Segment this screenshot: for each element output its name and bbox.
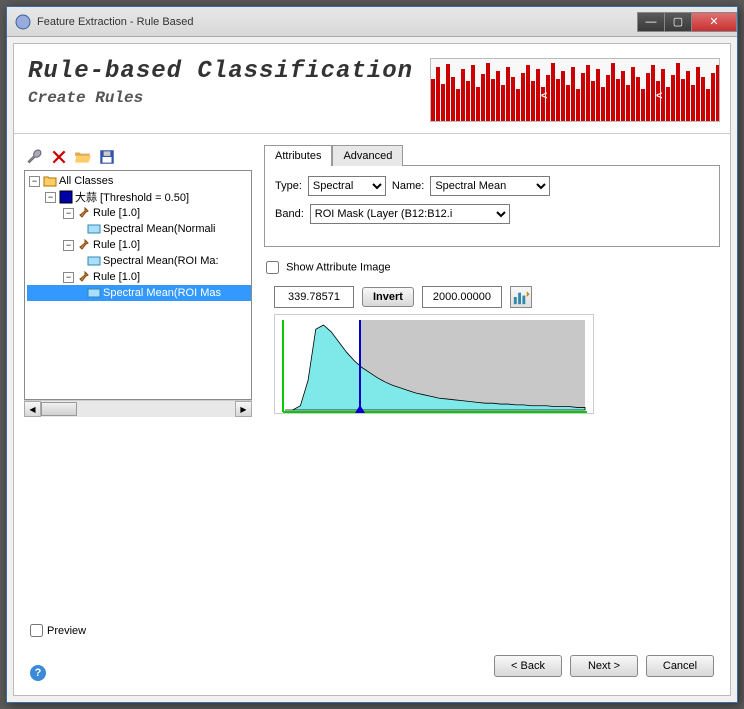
window-title: Feature Extraction - Rule Based xyxy=(37,16,638,28)
wrench-icon[interactable] xyxy=(26,148,44,166)
maximize-button[interactable]: ▢ xyxy=(664,12,692,32)
show-attribute-label: Show Attribute Image xyxy=(286,261,391,273)
delete-icon[interactable] xyxy=(50,148,68,166)
page-title: Rule-based Classification xyxy=(28,58,430,85)
tab-advanced[interactable]: Advanced xyxy=(332,145,403,166)
tree-label: Rule [1.0] xyxy=(93,271,140,283)
cancel-button[interactable]: Cancel xyxy=(646,655,714,677)
tree-attr-selected[interactable]: Spectral Mean(ROI Mas xyxy=(27,285,251,301)
band-label: Band: xyxy=(275,208,304,220)
tree-rule[interactable]: − Rule [1.0] xyxy=(27,269,251,285)
collapse-icon[interactable]: − xyxy=(63,208,74,219)
tree-rule[interactable]: − Rule [1.0] xyxy=(27,237,251,253)
tree-label: Rule [1.0] xyxy=(93,239,140,251)
scroll-left-button[interactable]: ◀ xyxy=(24,401,41,417)
dialog-window: Feature Extraction - Rule Based — ▢ ✕ Ru… xyxy=(6,6,738,703)
content-area: Rule-based Classification Create Rules <… xyxy=(13,43,731,696)
name-label: Name: xyxy=(392,180,424,192)
tree-toolbar xyxy=(24,144,252,170)
high-value-input[interactable]: 2000.00000 xyxy=(422,286,502,308)
tab-bar: Attributes Advanced xyxy=(264,144,720,165)
help-icon[interactable]: ? xyxy=(30,665,46,681)
name-select[interactable]: Spectral Mean xyxy=(430,176,550,196)
type-label: Type: xyxy=(275,180,302,192)
page-subtitle: Create Rules xyxy=(28,89,430,107)
page-header: Rule-based Classification Create Rules <… xyxy=(14,44,730,134)
scroll-track[interactable] xyxy=(41,401,235,417)
attribute-icon xyxy=(87,254,101,268)
histogram-chart[interactable] xyxy=(274,314,594,414)
tree-attr[interactable]: Spectral Mean(Normali xyxy=(27,221,251,237)
tree-label: Rule [1.0] xyxy=(93,207,140,219)
preview-label: Preview xyxy=(47,625,86,637)
collapse-icon[interactable]: − xyxy=(45,192,56,203)
tree-attr[interactable]: Spectral Mean(ROI Ma: xyxy=(27,253,251,269)
svg-text:<: < xyxy=(541,90,547,102)
folder-icon xyxy=(43,174,57,188)
tree-rule[interactable]: − Rule [1.0] xyxy=(27,205,251,221)
svg-text:<: < xyxy=(656,90,662,102)
band-select[interactable]: ROI Mask (Layer (B12:B12.i xyxy=(310,204,510,224)
show-attribute-checkbox[interactable] xyxy=(266,261,279,274)
collapse-icon[interactable]: − xyxy=(29,176,40,187)
tree-label: Spectral Mean(ROI Ma: xyxy=(103,255,219,267)
scroll-right-button[interactable]: ▶ xyxy=(235,401,252,417)
tree-label: 大蒜 [Threshold = 0.50] xyxy=(75,189,189,205)
tab-attributes[interactable]: Attributes xyxy=(264,145,332,166)
main-area: − All Classes − 大蒜 [Threshold = 0.50] − xyxy=(14,134,730,417)
invert-button[interactable]: Invert xyxy=(362,287,414,307)
scroll-thumb[interactable] xyxy=(41,402,77,416)
titlebar[interactable]: Feature Extraction - Rule Based — ▢ ✕ xyxy=(7,7,737,37)
preview-checkbox[interactable] xyxy=(30,624,43,637)
next-button[interactable]: Next > xyxy=(570,655,638,677)
tree-root[interactable]: − All Classes xyxy=(27,173,251,189)
histogram-options-button[interactable] xyxy=(510,286,532,308)
type-select[interactable]: Spectral xyxy=(308,176,386,196)
collapse-icon[interactable]: − xyxy=(63,240,74,251)
back-button[interactable]: < Back xyxy=(494,655,562,677)
collapse-icon[interactable]: − xyxy=(63,272,74,283)
right-panel: Attributes Advanced Type: Spectral Name:… xyxy=(264,144,720,417)
attributes-panel: Type: Spectral Name: Spectral Mean Band:… xyxy=(264,165,720,247)
tree-label: All Classes xyxy=(59,175,113,187)
class-color-icon xyxy=(59,190,73,204)
show-attribute-row: Show Attribute Image xyxy=(266,261,720,274)
left-panel: − All Classes − 大蒜 [Threshold = 0.50] − xyxy=(24,144,252,417)
app-icon xyxy=(15,14,31,30)
tree-label: Spectral Mean(Normali xyxy=(103,223,215,235)
hammer-icon xyxy=(77,270,91,284)
attribute-icon xyxy=(87,222,101,236)
footer: Preview xyxy=(14,612,730,651)
save-icon[interactable] xyxy=(98,148,116,166)
hammer-icon xyxy=(77,238,91,252)
tree-label: Spectral Mean(ROI Mas xyxy=(103,287,221,299)
header-graphic: < < xyxy=(430,58,720,122)
close-button[interactable]: ✕ xyxy=(691,12,737,32)
rules-tree[interactable]: − All Classes − 大蒜 [Threshold = 0.50] − xyxy=(24,170,252,400)
tree-scrollbar[interactable]: ◀ ▶ xyxy=(24,400,252,417)
folder-open-icon[interactable] xyxy=(74,148,92,166)
attribute-icon xyxy=(87,286,101,300)
hammer-icon xyxy=(77,206,91,220)
minimize-button[interactable]: — xyxy=(637,12,665,32)
tree-class[interactable]: − 大蒜 [Threshold = 0.50] xyxy=(27,189,251,205)
low-value-input[interactable]: 339.78571 xyxy=(274,286,354,308)
